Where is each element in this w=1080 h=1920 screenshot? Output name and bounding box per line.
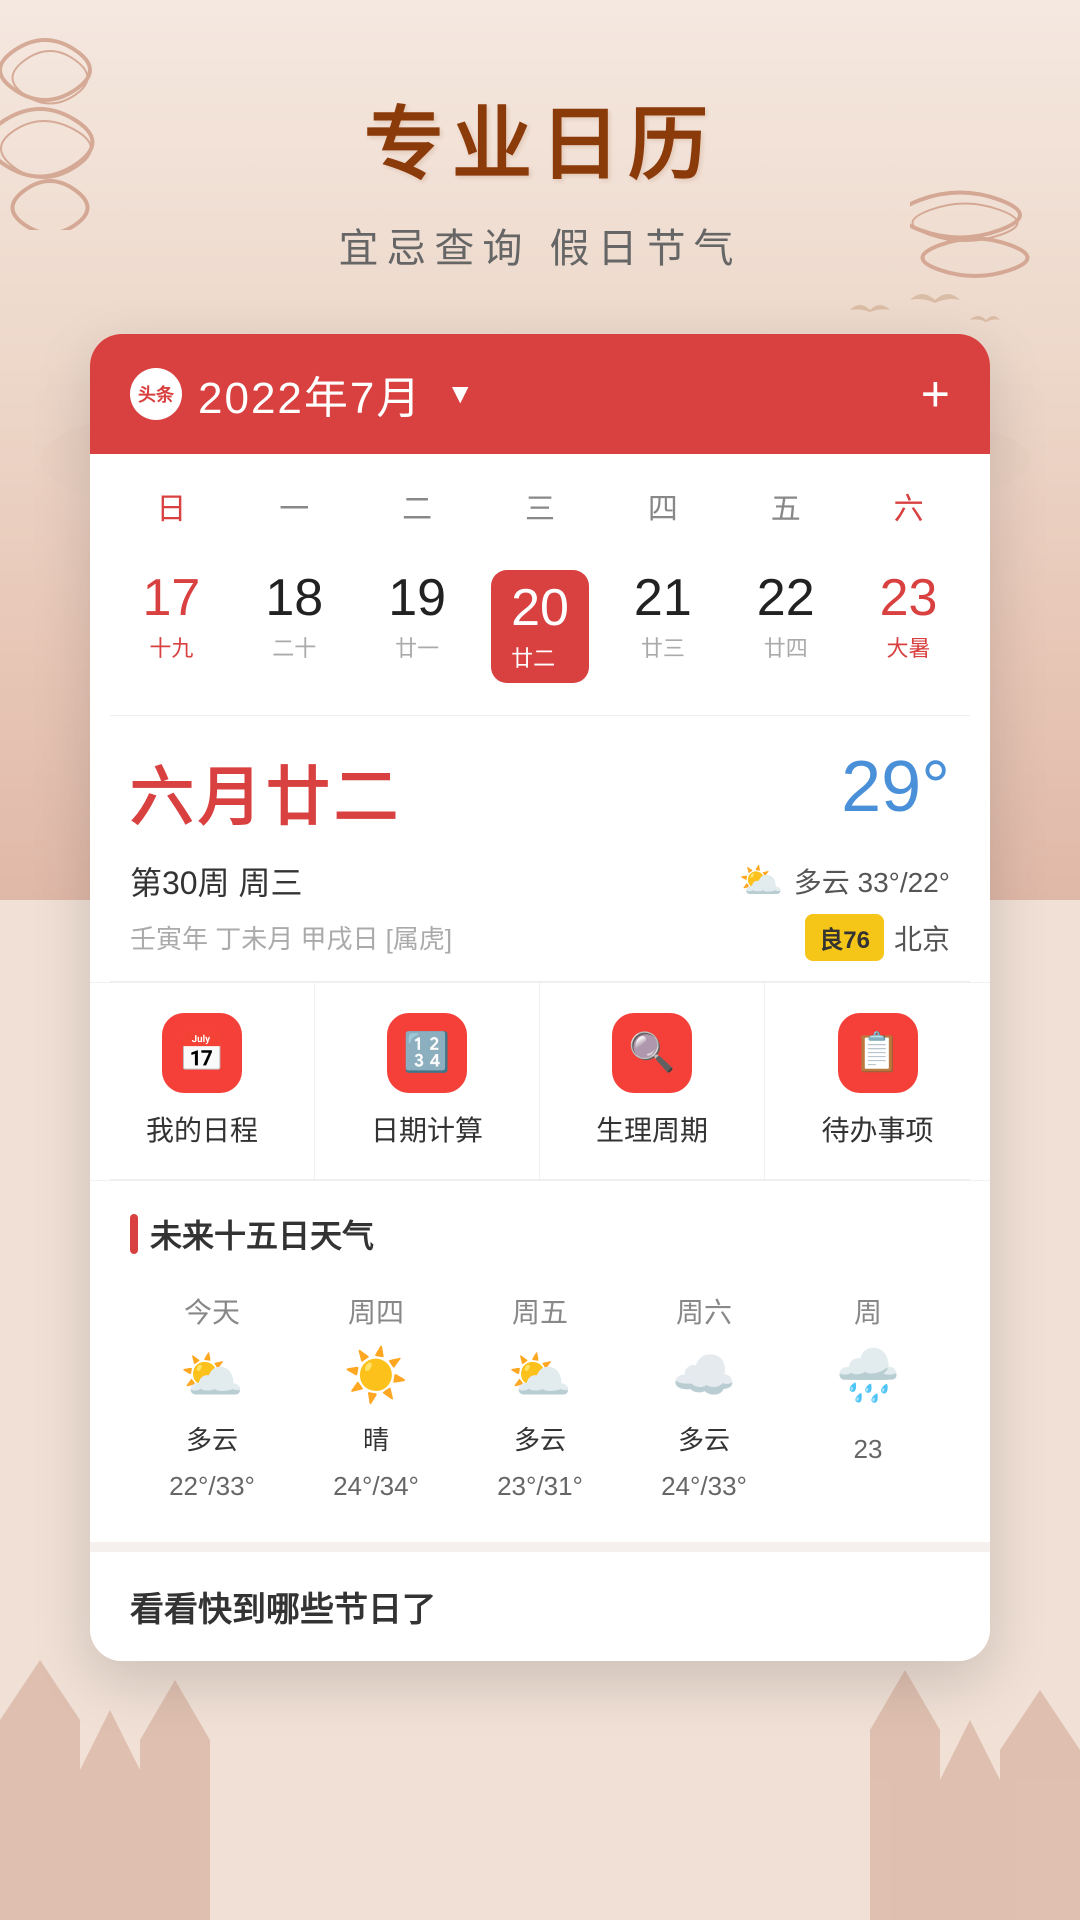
date-info-section: 六月廿二 29° — [90, 716, 990, 858]
weather-day-desc-1: 晴 — [363, 1420, 389, 1457]
toutiao-logo: 头条 — [130, 368, 182, 420]
weather-day-label-3: 周六 — [676, 1291, 732, 1331]
date-row: 17 十九 18 二十 19 廿一 20廿二 21 廿三 22 廿四 23 大暑 — [90, 548, 990, 715]
date-cell-17[interactable]: 17 十九 — [110, 558, 233, 695]
today-circle: 20廿二 — [491, 570, 589, 683]
weather-forecast-section: 未来十五日天气 今天 ⛅ 多云 22°/33° 周四 ☀️ 晴 24°/34° 周五 ⛅ 多云 23°… — [90, 1180, 990, 1542]
weather-day-temp-2: 23°/31° — [497, 1471, 583, 1502]
weather-current-text: 多云 33°/22° — [794, 861, 950, 901]
date-cell-23[interactable]: 23 大暑 — [847, 558, 970, 695]
weather-day-icon-0: ⛅ — [180, 1345, 245, 1406]
week-day-五: 五 — [724, 474, 847, 538]
weather-day-2: 周五 ⛅ 多云 23°/31° — [458, 1281, 622, 1512]
date-num-23: 23 — [880, 570, 938, 627]
dropdown-arrow-icon[interactable]: ▼ — [446, 378, 474, 410]
weather-current-info: ⛅ 多云 33°/22° — [739, 860, 950, 902]
date-cell-21[interactable]: 21 廿三 — [601, 558, 724, 695]
date-lunar-21: 廿三 — [641, 631, 685, 663]
func-item-2[interactable]: 🔍 生理周期 — [540, 983, 765, 1179]
func-label-0: 我的日程 — [146, 1109, 258, 1149]
app-title: 专业日历 — [364, 80, 716, 196]
func-item-0[interactable]: 📅 我的日程 — [90, 983, 315, 1179]
weather-day-icon-1: ☀️ — [344, 1345, 409, 1406]
weather-day-icon-2: ⛅ — [508, 1345, 573, 1406]
bottom-section: 看看快到哪些节日了 — [90, 1542, 990, 1661]
weather-day-desc-0: 多云 — [186, 1420, 238, 1457]
func-label-1: 日期计算 — [371, 1109, 483, 1149]
week-day-一: 一 — [233, 474, 356, 538]
weather-day-icon-3: ☁️ — [672, 1345, 737, 1406]
weather-day-label-1: 周四 — [348, 1291, 404, 1331]
weather-section-title-text: 未来十五日天气 — [150, 1211, 374, 1257]
weather-day-label-0: 今天 — [184, 1291, 240, 1331]
weather-day-label-4: 周 — [854, 1291, 882, 1331]
weather-day-1: 周四 ☀️ 晴 24°/34° — [294, 1281, 458, 1512]
func-icon-2: 🔍 — [612, 1013, 692, 1093]
lunar-date: 六月廿二 — [130, 746, 402, 838]
week-days-row: 日一二三四五六 — [90, 454, 990, 548]
section-title-bar — [130, 1214, 138, 1254]
add-event-button[interactable]: + — [921, 369, 950, 419]
calendar-month: 2022年7月 — [198, 362, 422, 426]
weather-day-desc-2: 多云 — [514, 1420, 566, 1457]
main-content: 专业日历 宜忌查询 假日节气 头条 2022年7月 ▼ + 日一二三四五六 17… — [0, 0, 1080, 1661]
date-num-22: 22 — [757, 570, 815, 627]
week-day-二: 二 — [356, 474, 479, 538]
weather-day-temp-0: 22°/33° — [169, 1471, 255, 1502]
func-item-3[interactable]: 📋 待办事项 — [765, 983, 990, 1179]
date-cell-18[interactable]: 18 二十 — [233, 558, 356, 695]
date-lunar-22: 廿四 — [764, 631, 808, 663]
app-subtitle: 宜忌查询 假日节气 — [338, 216, 741, 274]
weather-day-temp-3: 24°/33° — [661, 1471, 747, 1502]
weather-section-title: 未来十五日天气 — [130, 1211, 950, 1257]
calendar-header-left: 头条 2022年7月 ▼ — [130, 362, 474, 426]
week-day-三: 三 — [479, 474, 602, 538]
date-lunar-17: 十九 — [149, 631, 193, 663]
weather-icon: ⛅ — [739, 860, 784, 902]
weather-day-label-2: 周五 — [512, 1291, 568, 1331]
date-cell-20[interactable]: 20廿二 — [479, 558, 602, 695]
bottom-title-text: 看看快到哪些节日了 — [130, 1582, 950, 1631]
function-grid: 📅 我的日程 🔢 日期计算 🔍 生理周期 📋 待办事项 — [90, 982, 990, 1179]
date-num-18: 18 — [265, 570, 323, 627]
logo-text: 头条 — [138, 381, 174, 407]
week-day-四: 四 — [601, 474, 724, 538]
weather-day-0: 今天 ⛅ 多云 22°/33° — [130, 1281, 294, 1512]
city-text: 北京 — [894, 918, 950, 958]
weather-day-temp-4: 23 — [854, 1434, 883, 1465]
calendar-header: 头条 2022年7月 ▼ + — [90, 334, 990, 454]
func-icon-0: 📅 — [162, 1013, 242, 1093]
date-num-19: 19 — [388, 570, 446, 627]
ganzhi-text: 壬寅年 丁未月 甲戌日 [属虎] — [130, 919, 452, 956]
date-cell-19[interactable]: 19 廿一 — [356, 558, 479, 695]
date-details-row: 第30周 周三 ⛅ 多云 33°/22° — [90, 858, 990, 914]
func-icon-1: 🔢 — [387, 1013, 467, 1093]
aqi-city-row: 良76 北京 — [805, 914, 950, 961]
calendar-card: 头条 2022年7月 ▼ + 日一二三四五六 17十九18二十19廿一20廿二2… — [90, 334, 990, 1661]
func-label-3: 待办事项 — [821, 1109, 933, 1149]
week-info-text: 第30周 周三 — [130, 858, 303, 904]
date-num-17: 17 — [143, 570, 201, 627]
date-num-21: 21 — [634, 570, 692, 627]
date-lunar-20: 廿二 — [511, 641, 569, 673]
weather-day-desc-3: 多云 — [678, 1420, 730, 1457]
func-label-2: 生理周期 — [596, 1109, 708, 1149]
date-lunar-23: 大暑 — [887, 631, 931, 663]
weather-days-row: 今天 ⛅ 多云 22°/33° 周四 ☀️ 晴 24°/34° 周五 ⛅ 多云 23°/31° 周六 ☁️… — [130, 1281, 950, 1512]
ganzhi-row: 壬寅年 丁未月 甲戌日 [属虎] 良76 北京 — [90, 914, 990, 981]
aqi-badge: 良76 — [805, 914, 884, 961]
week-day-六: 六 — [847, 474, 970, 538]
weather-day-temp-1: 24°/34° — [333, 1471, 419, 1502]
date-lunar-19: 廿一 — [395, 631, 439, 663]
week-day-日: 日 — [110, 474, 233, 538]
weather-day-icon-4: 🌧️ — [836, 1345, 901, 1406]
date-lunar-18: 二十 — [272, 631, 316, 663]
weather-day-4: 周 🌧️ 23 — [786, 1281, 950, 1512]
temperature-display: 29° — [841, 746, 950, 828]
func-item-1[interactable]: 🔢 日期计算 — [315, 983, 540, 1179]
date-cell-22[interactable]: 22 廿四 — [724, 558, 847, 695]
weather-day-3: 周六 ☁️ 多云 24°/33° — [622, 1281, 786, 1512]
func-icon-3: 📋 — [838, 1013, 918, 1093]
